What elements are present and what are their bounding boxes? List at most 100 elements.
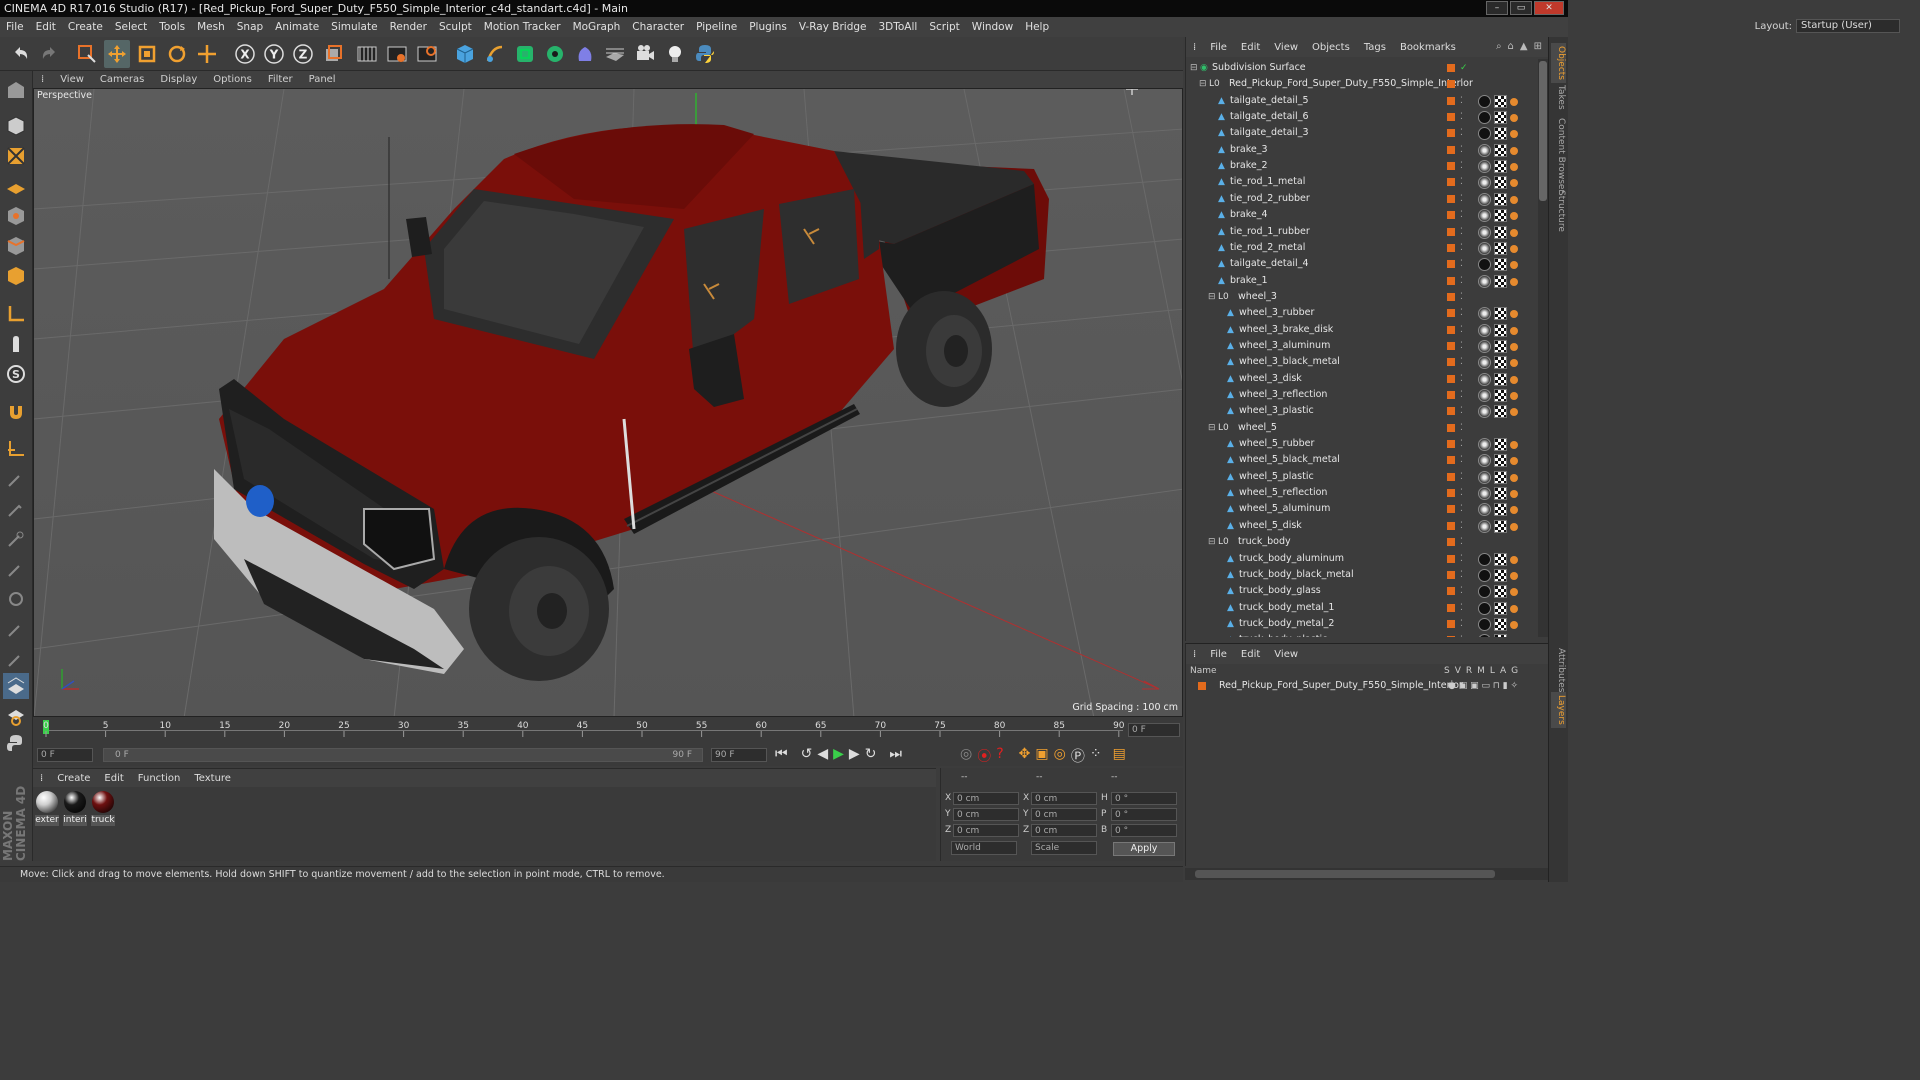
phong-tag-icon[interactable]: [1510, 97, 1518, 106]
paint-icon[interactable]: [3, 616, 29, 642]
phong-tag-icon[interactable]: [1510, 310, 1518, 319]
object-row[interactable]: ▲ tie_rod_2_rubber ⁚: [1186, 191, 1538, 207]
texture-tag-icon[interactable]: [1494, 192, 1507, 206]
menu-animate[interactable]: Animate: [269, 17, 325, 37]
material-menu-function[interactable]: Function: [131, 773, 188, 784]
object-row[interactable]: ▲ truck_body_metal_1 ⁚: [1186, 600, 1538, 616]
phong-tag-icon[interactable]: [1510, 342, 1518, 351]
texture-tag-icon[interactable]: [1494, 470, 1507, 484]
material-tag-icon[interactable]: [1478, 111, 1491, 125]
x-axis-icon[interactable]: X: [232, 40, 258, 68]
visibility-icon[interactable]: ⁚: [1460, 501, 1463, 517]
texture-tag-icon[interactable]: [1494, 143, 1507, 157]
material-tag-icon[interactable]: [1478, 519, 1491, 533]
model-mode-icon[interactable]: [3, 113, 29, 139]
visibility-icon[interactable]: ⁚: [1460, 207, 1463, 223]
viewport-menu-display[interactable]: Display: [152, 74, 205, 85]
layer-color-icon[interactable]: [1447, 636, 1455, 637]
camera-icon[interactable]: [632, 40, 658, 68]
layer-color-icon[interactable]: [1447, 489, 1455, 498]
object-row[interactable]: ▲ wheel_5_rubber ⁚: [1186, 436, 1538, 452]
material-menu-edit[interactable]: Edit: [97, 773, 130, 784]
object-row[interactable]: ▲ truck_body_metal_2 ⁚: [1186, 616, 1538, 632]
object-row[interactable]: ▲ tie_rod_1_rubber ⁚: [1186, 224, 1538, 240]
layer-flags-icons[interactable]: ● ▣ ▣ ▭ ⊓ ▮ ✧: [1448, 679, 1518, 693]
minimize-button[interactable]: –: [1486, 1, 1508, 15]
texture-mode-icon[interactable]: [3, 143, 29, 169]
material-tag-icon[interactable]: [1478, 601, 1491, 615]
texture-tag-icon[interactable]: [1494, 372, 1507, 386]
texture-tag-icon[interactable]: [1494, 176, 1507, 190]
scrollbar-thumb[interactable]: [1539, 61, 1547, 201]
prev-frame-icon[interactable]: ◀: [817, 746, 828, 762]
light-icon[interactable]: [662, 40, 688, 68]
timeline[interactable]: 0 5 10 15 20 25 30 35 40 45 50 55 60 65 70 75 80 85 90 0 F: [33, 717, 1183, 745]
end-frame-field[interactable]: 90 F: [711, 748, 767, 762]
layer-color-icon[interactable]: [1447, 587, 1455, 596]
layer-flag-header[interactable]: V: [1455, 666, 1461, 676]
visibility-icon[interactable]: ⁚: [1460, 273, 1463, 289]
menu-plugins[interactable]: Plugins: [743, 17, 793, 37]
object-row[interactable]: ▲ brake_1 ⁚: [1186, 273, 1538, 289]
layer-color-icon[interactable]: [1447, 358, 1455, 367]
material-tag-icon[interactable]: [1478, 127, 1491, 141]
layer-menu-edit[interactable]: Edit: [1234, 649, 1267, 660]
expand-icon[interactable]: ⊟: [1208, 420, 1216, 436]
texture-tag-icon[interactable]: [1494, 405, 1507, 419]
next-key-icon[interactable]: ↻: [865, 746, 877, 762]
object-row[interactable]: ▲ tailgate_detail_5 ⁚: [1186, 93, 1538, 109]
visibility-icon[interactable]: ⁚: [1460, 322, 1463, 338]
layer-color-icon[interactable]: [1447, 178, 1455, 187]
layer-flag-header[interactable]: R: [1466, 666, 1472, 676]
z-axis-icon[interactable]: Z: [290, 40, 316, 68]
object-row[interactable]: ▲ tailgate_detail_6 ⁚: [1186, 109, 1538, 125]
goto-end-icon[interactable]: ⏭: [889, 746, 902, 762]
layer-color-icon[interactable]: [1447, 292, 1455, 301]
side-tab-content-browser[interactable]: Content Browser: [1551, 115, 1566, 196]
phong-tag-icon[interactable]: [1510, 588, 1518, 597]
material-tag-icon[interactable]: [1478, 307, 1491, 321]
texture-tag-icon[interactable]: [1494, 160, 1507, 174]
axis-mode-icon[interactable]: [3, 301, 29, 327]
key-param-icon[interactable]: Ⓟ: [1071, 746, 1085, 766]
texture-tag-icon[interactable]: [1494, 601, 1507, 615]
coord-value-field[interactable]: 0 °: [1111, 808, 1177, 821]
coord-value-field[interactable]: 0 °: [1111, 824, 1177, 837]
phong-tag-icon[interactable]: [1510, 130, 1518, 139]
visibility-icon[interactable]: ⁚: [1460, 289, 1463, 305]
texture-tag-icon[interactable]: [1494, 127, 1507, 141]
side-tab-structure[interactable]: Structure: [1551, 187, 1566, 235]
material-swatch[interactable]: truck: [91, 791, 115, 826]
phong-tag-icon[interactable]: [1510, 604, 1518, 613]
object-row[interactable]: ▲ brake_2 ⁚: [1186, 158, 1538, 174]
expand-icon[interactable]: ⊟: [1208, 289, 1216, 305]
material-tag-icon[interactable]: [1478, 438, 1491, 452]
script-python-icon[interactable]: [3, 731, 29, 757]
visibility-icon[interactable]: ⁚: [1460, 305, 1463, 321]
texture-tag-icon[interactable]: [1494, 503, 1507, 517]
new-view-icon[interactable]: ⊞: [1534, 41, 1542, 52]
menu-help[interactable]: Help: [1019, 17, 1055, 37]
make-editable-icon[interactable]: [3, 77, 29, 103]
object-row[interactable]: ▲ wheel_5_aluminum ⁚: [1186, 501, 1538, 517]
object-row[interactable]: ▲ truck_body_glass ⁚: [1186, 583, 1538, 599]
floor-icon[interactable]: [602, 40, 628, 68]
menu-motion-tracker[interactable]: Motion Tracker: [478, 17, 567, 37]
coord-scale-dropdown[interactable]: Scale: [1031, 841, 1097, 855]
menu-select[interactable]: Select: [109, 17, 153, 37]
layer-color-icon[interactable]: [1447, 521, 1455, 530]
material-tag-icon[interactable]: [1478, 160, 1491, 174]
key-move-icon[interactable]: ✥: [1019, 746, 1031, 766]
magnet-icon[interactable]: [3, 399, 29, 425]
array-icon[interactable]: [542, 40, 568, 68]
coord-value-field[interactable]: 0 cm: [1031, 808, 1097, 821]
object-row[interactable]: ▲ wheel_5_plastic ⁚: [1186, 469, 1538, 485]
object-row[interactable]: ▲ wheel_3_brake_disk ⁚: [1186, 322, 1538, 338]
material-tag-icon[interactable]: [1478, 209, 1491, 223]
layer-color-icon[interactable]: [1447, 211, 1455, 220]
phong-tag-icon[interactable]: [1510, 620, 1518, 629]
layout-dropdown[interactable]: Startup (User): [1796, 19, 1900, 33]
phong-tag-icon[interactable]: [1510, 146, 1518, 155]
expand-icon[interactable]: ⊟: [1199, 76, 1207, 92]
phong-tag-icon[interactable]: [1510, 408, 1518, 417]
